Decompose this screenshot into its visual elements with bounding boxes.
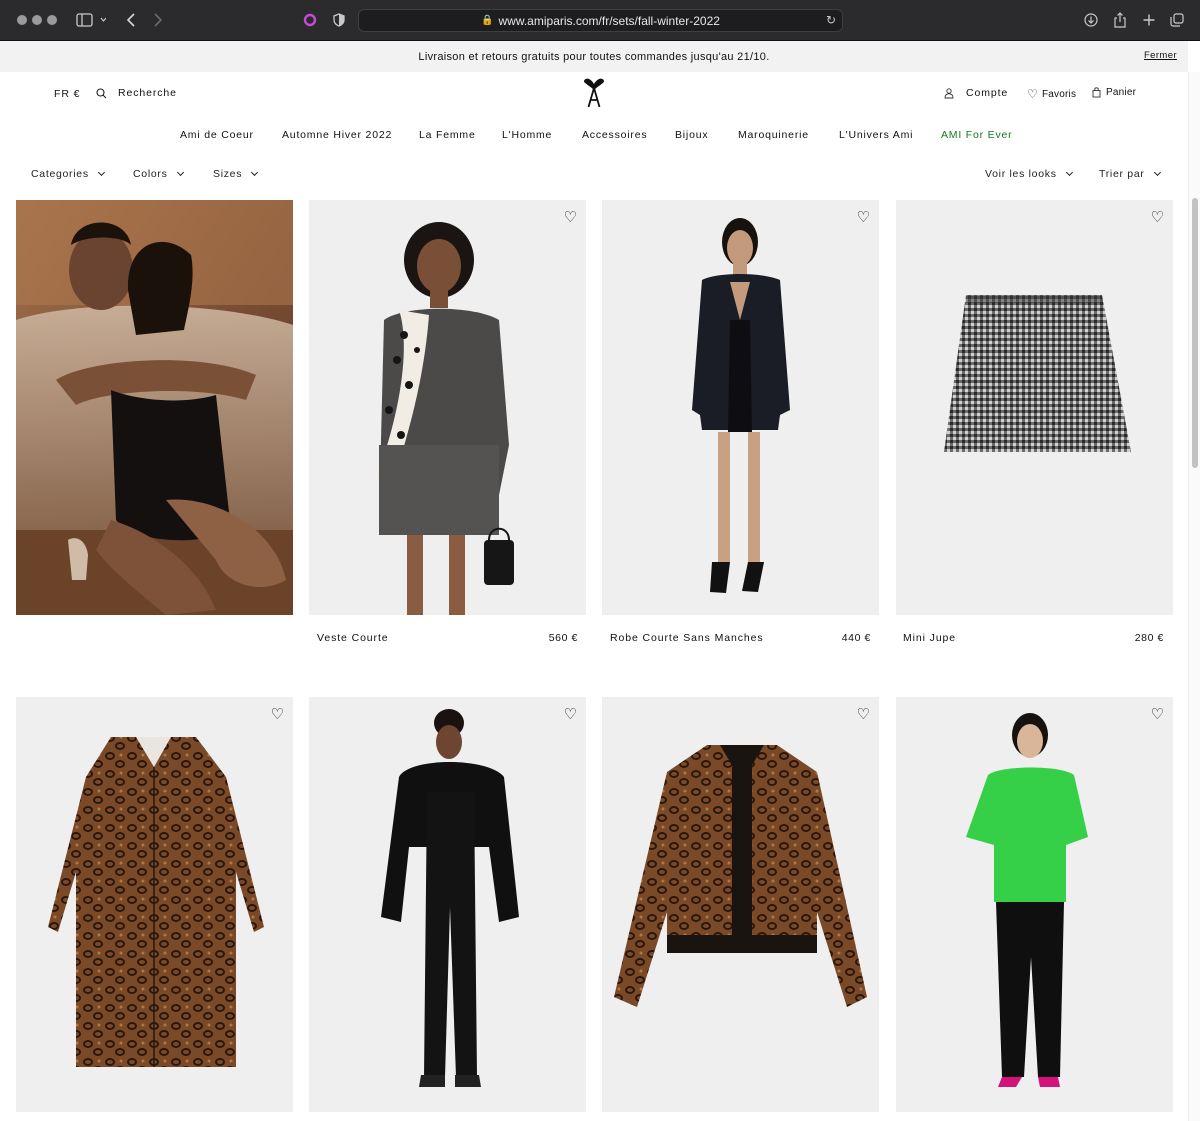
scrollbar-thumb[interactable]	[1192, 198, 1198, 468]
announcement-bar: Livraison et retours gratuits pour toute…	[0, 41, 1188, 72]
product-image	[48, 737, 264, 1067]
product-card-green-tshirt[interactable]: ♡	[896, 697, 1173, 1112]
account-label: Compte	[966, 87, 1009, 99]
product-image	[377, 222, 514, 615]
product-name[interactable]: Veste Courte	[317, 632, 389, 644]
nav-ami-de-coeur[interactable]: Ami de Coeur	[180, 129, 254, 141]
announcement-text: Livraison et retours gratuits pour toute…	[418, 50, 770, 63]
minimize-window-button[interactable]	[32, 15, 42, 25]
chevron-down-icon	[176, 168, 184, 177]
chevron-down-icon	[251, 168, 259, 177]
add-favorite-heart-icon[interactable]: ♡	[564, 210, 577, 225]
nav-maroquinerie[interactable]: Maroquinerie	[738, 129, 809, 141]
product-card-leopard-jacket[interactable]: ♡	[602, 697, 879, 1112]
chevron-down-icon	[97, 168, 105, 177]
page-scrollbar[interactable]	[1188, 72, 1200, 1121]
user-icon	[944, 87, 954, 98]
add-favorite-heart-icon[interactable]: ♡	[1151, 210, 1164, 225]
bag-icon	[1092, 87, 1101, 98]
nav-bijoux[interactable]: Bijoux	[675, 129, 708, 141]
filter-categories-label: Categories	[31, 168, 89, 180]
favorites-label: Favoris	[1041, 88, 1077, 100]
product-price: 280 €	[1134, 632, 1164, 644]
view-looks-dropdown[interactable]: Voir les looks	[985, 168, 1073, 180]
product-image	[614, 745, 867, 1007]
product-card-veste-courte[interactable]: ♡	[309, 200, 586, 615]
locale-selector[interactable]: FR €	[54, 88, 80, 100]
nav-ami-for-ever[interactable]: AMI For Ever	[941, 129, 1012, 141]
product-image	[966, 713, 1088, 1087]
tab-overview-icon[interactable]	[1169, 10, 1185, 30]
ami-logo[interactable]	[580, 78, 608, 108]
zoom-window-button[interactable]	[47, 15, 57, 25]
product-card-mini-jupe[interactable]: ♡	[896, 200, 1173, 615]
add-favorite-heart-icon[interactable]: ♡	[857, 210, 870, 225]
product-name[interactable]: Mini Jupe	[903, 632, 956, 644]
sort-dropdown[interactable]: Trier par	[1099, 168, 1161, 180]
new-tab-icon[interactable]	[1141, 10, 1157, 30]
nav-l-univers-ami[interactable]: L'Univers Ami	[839, 129, 913, 141]
account-link[interactable]: Compte	[944, 87, 1008, 99]
product-image	[381, 709, 519, 1087]
url-text: www.amiparis.com/fr/sets/fall-winter-202…	[498, 13, 720, 28]
close-window-button[interactable]	[17, 15, 27, 25]
product-image	[944, 295, 1131, 452]
product-card-leopard-coat[interactable]: ♡	[16, 697, 293, 1112]
lock-icon: 🔒	[481, 15, 494, 26]
add-favorite-heart-icon[interactable]: ♡	[857, 707, 870, 722]
nav-accessoires[interactable]: Accessoires	[582, 129, 647, 141]
reload-icon[interactable]: ↻	[826, 13, 836, 27]
extension-icon[interactable]	[302, 10, 318, 30]
filter-sizes[interactable]: Sizes	[213, 168, 259, 180]
sidebar-toggle-icon[interactable]	[74, 10, 108, 30]
search-label: Recherche	[118, 87, 177, 99]
address-bar[interactable]: 🔒 www.amiparis.com/fr/sets/fall-winter-2…	[358, 9, 843, 32]
filter-sizes-label: Sizes	[213, 168, 243, 180]
view-looks-label: Voir les looks	[985, 168, 1057, 180]
product-card-faux-fur-look[interactable]: ♡	[309, 697, 586, 1112]
cart-label: Panier	[1106, 87, 1137, 98]
nav-l-homme[interactable]: L'Homme	[502, 129, 552, 141]
product-name[interactable]: Robe Courte Sans Manches	[610, 632, 764, 644]
cart-link[interactable]: Panier	[1092, 87, 1136, 98]
heart-icon: ♡	[1027, 87, 1038, 101]
browser-toolbar: 🔒 www.amiparis.com/fr/sets/fall-winter-2…	[0, 0, 1200, 41]
filter-categories[interactable]: Categories	[31, 168, 105, 180]
downloads-icon[interactable]	[1083, 10, 1099, 30]
campaign-image[interactable]	[16, 200, 293, 615]
product-card-robe-courte[interactable]: ♡	[602, 200, 879, 615]
filter-colors-label: Colors	[133, 168, 168, 180]
share-icon[interactable]	[1112, 10, 1128, 30]
product-price: 560 €	[548, 632, 578, 644]
sort-label: Trier par	[1099, 168, 1145, 180]
shield-icon[interactable]	[331, 10, 347, 30]
search-button[interactable]: Recherche	[96, 87, 177, 99]
favorites-link[interactable]: ♡ Favoris	[1027, 87, 1076, 101]
announcement-close-link[interactable]: Fermer	[1144, 50, 1177, 61]
search-icon	[96, 87, 107, 98]
product-price: 440 €	[841, 632, 871, 644]
chevron-down-icon	[1065, 168, 1073, 177]
nav-automne-hiver-2022[interactable]: Automne Hiver 2022	[282, 129, 392, 141]
campaign-photo	[16, 200, 293, 615]
forward-icon[interactable]	[151, 10, 165, 30]
nav-la-femme[interactable]: La Femme	[419, 129, 476, 141]
add-favorite-heart-icon[interactable]: ♡	[271, 707, 284, 722]
chevron-down-icon	[1153, 168, 1161, 177]
add-favorite-heart-icon[interactable]: ♡	[564, 707, 577, 722]
product-image	[692, 218, 790, 593]
add-favorite-heart-icon[interactable]: ♡	[1151, 707, 1164, 722]
filter-colors[interactable]: Colors	[133, 168, 184, 180]
back-icon[interactable]	[124, 10, 138, 30]
